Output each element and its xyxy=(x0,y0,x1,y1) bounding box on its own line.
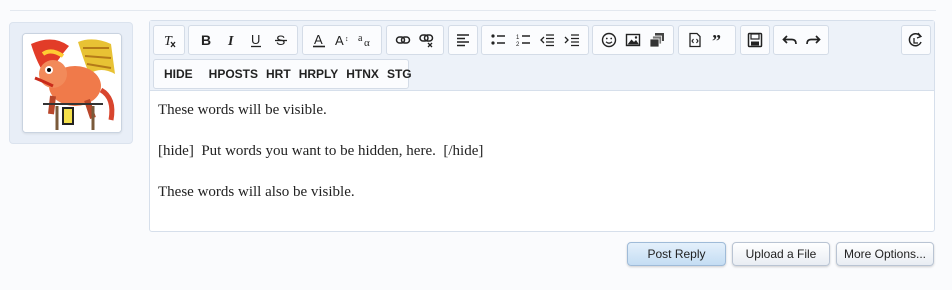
message-editor[interactable]: T B I U S A A ↕ aα 1 2 ” HIDE HPOSTS HRT… xyxy=(149,20,935,232)
upload-file-button[interactable]: Upload a File xyxy=(732,242,830,266)
font-family-icon[interactable]: aα xyxy=(354,27,377,53)
hide-tag-button[interactable]: HIDE xyxy=(158,61,205,87)
list-group: 12 xyxy=(481,25,589,55)
undo-icon[interactable] xyxy=(778,27,801,53)
align-group xyxy=(448,25,478,55)
mode-group xyxy=(901,25,931,55)
editor-line: These words will be visible. xyxy=(158,102,327,118)
hrply-tag-button[interactable]: HRPLY xyxy=(295,61,343,87)
editor-line: [hide] Put words you want to be hidden, … xyxy=(158,143,484,159)
history-group xyxy=(773,25,829,55)
outdent-icon[interactable] xyxy=(535,27,560,53)
code-icon[interactable] xyxy=(683,27,707,53)
svg-text:”: ” xyxy=(712,32,721,48)
unlink-icon[interactable] xyxy=(415,27,439,53)
smilie-icon[interactable] xyxy=(597,27,621,53)
avatar-dragon-image xyxy=(23,34,121,132)
svg-text:2: 2 xyxy=(516,42,520,48)
font-size-icon[interactable]: A ↕ xyxy=(330,27,353,53)
underline-icon[interactable]: U xyxy=(243,27,268,53)
svg-text:U: U xyxy=(251,32,260,47)
top-divider xyxy=(10,10,936,11)
align-icon[interactable] xyxy=(453,27,473,53)
insert-group xyxy=(592,25,674,55)
draft-group xyxy=(740,25,770,55)
link-icon[interactable] xyxy=(391,27,415,53)
svg-text:A: A xyxy=(335,33,344,48)
editor-content[interactable]: These words will be visible. [hide] Put … xyxy=(158,101,918,224)
save-draft-icon[interactable] xyxy=(745,27,765,53)
more-options-button[interactable]: More Options... xyxy=(836,242,934,266)
toggle-bbcode-icon[interactable] xyxy=(906,27,926,53)
quote-icon[interactable]: ” xyxy=(707,27,731,53)
block-group: ” xyxy=(678,25,736,55)
media-icon[interactable] xyxy=(645,27,669,53)
numbered-list-icon[interactable]: 12 xyxy=(511,27,536,53)
format-group: T xyxy=(153,25,185,55)
svg-text:α: α xyxy=(364,37,370,48)
italic-icon[interactable]: I xyxy=(218,27,243,53)
svg-text:I: I xyxy=(227,34,234,48)
htnx-tag-button[interactable]: HTNX xyxy=(342,61,383,87)
svg-text:a: a xyxy=(358,33,363,44)
text-style-group: B I U S xyxy=(188,25,298,55)
image-icon[interactable] xyxy=(621,27,645,53)
indent-icon[interactable] xyxy=(560,27,585,53)
avatar[interactable] xyxy=(22,33,122,133)
svg-text:B: B xyxy=(201,32,211,48)
editor-toolbar: T B I U S A A ↕ aα 1 2 ” HIDE HPOSTS HRT… xyxy=(150,21,934,91)
hrt-tag-button[interactable]: HRT xyxy=(262,61,295,87)
text-color-icon[interactable]: A xyxy=(307,27,330,53)
bold-icon[interactable]: B xyxy=(193,27,218,53)
user-avatar-panel xyxy=(9,22,133,144)
svg-text:A: A xyxy=(314,32,323,47)
link-group xyxy=(386,25,444,55)
svg-text:↕: ↕ xyxy=(345,36,349,43)
remove-format-icon[interactable]: T xyxy=(158,27,180,53)
hposts-tag-button[interactable]: HPOSTS xyxy=(205,61,262,87)
svg-text:1: 1 xyxy=(516,35,520,41)
stg-tag-button[interactable]: STG xyxy=(383,61,416,87)
post-reply-button[interactable]: Post Reply xyxy=(627,242,726,266)
custom-tags-group: HIDE HPOSTS HRT HRPLY HTNX STG xyxy=(153,59,412,89)
bullet-list-icon[interactable] xyxy=(486,27,511,53)
editor-line: These words will also be visible. xyxy=(158,184,355,200)
font-group: A A ↕ aα xyxy=(302,25,382,55)
redo-icon[interactable] xyxy=(801,27,824,53)
strikethrough-icon[interactable]: S xyxy=(268,27,293,53)
